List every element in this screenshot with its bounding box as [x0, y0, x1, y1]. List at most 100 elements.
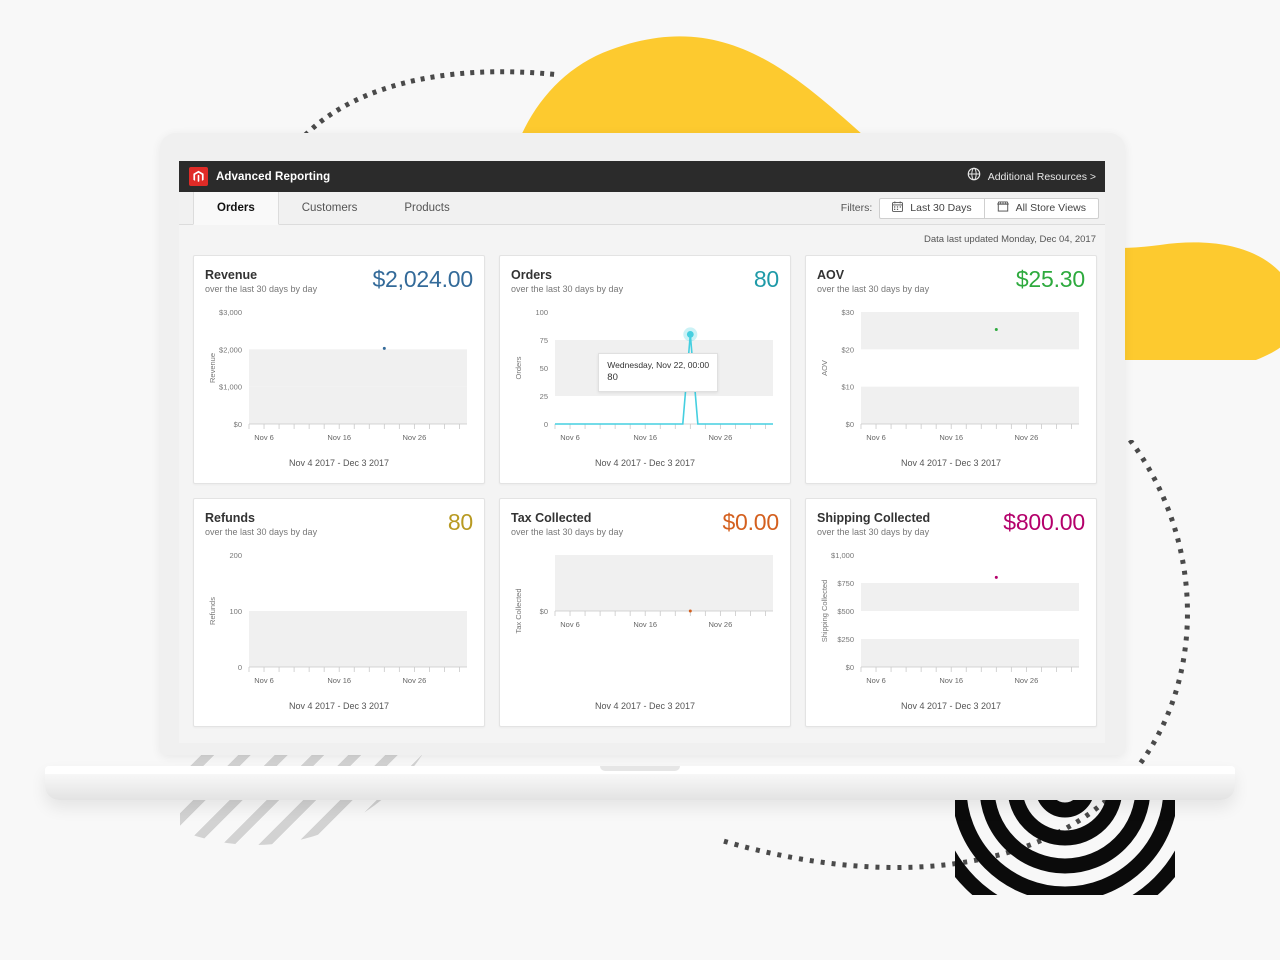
card-title: Revenue: [205, 268, 258, 282]
svg-text:100: 100: [535, 308, 548, 317]
svg-text:$3,000: $3,000: [219, 308, 242, 317]
tab-bar: Orders Customers Products Filters: Last …: [179, 192, 1105, 225]
magento-logo-icon: [189, 167, 208, 186]
kpi-card-aov[interactable]: AOV over the last 30 days by day $25.30 $0 $…: [805, 255, 1097, 484]
lifebuoy-icon: [967, 167, 981, 186]
svg-text:$20: $20: [841, 346, 854, 355]
card-title: Shipping Collected: [817, 511, 931, 525]
filters-label: Filters:: [840, 202, 873, 214]
card-subtitle: over the last 30 days by day: [205, 284, 318, 295]
svg-text:0: 0: [238, 663, 242, 672]
card-header: Refunds over the last 30 days by day 80: [205, 511, 473, 538]
chart-range-label: Nov 4 2017 - Dec 3 2017: [900, 458, 1002, 469]
svg-text:200: 200: [229, 551, 242, 560]
card-header: Shipping Collected over the last 30 days …: [817, 509, 1085, 538]
tooltip-date: Wednesday, Nov 22, 00:00: [607, 359, 710, 370]
filters: Filters: Last 30 Days All Store Views: [841, 192, 1105, 224]
tab-products-label: Products: [404, 202, 450, 214]
filter-store-view-label: All Store Views: [1015, 202, 1086, 214]
svg-text:0: 0: [544, 420, 548, 429]
card-header-text: Refunds over the last 30 days by day: [205, 511, 317, 537]
svg-text:$0: $0: [540, 607, 548, 616]
chart-area-orders: 0 25 50 75 100 Orders Nov 6 Nov 16 Nov 26 Wednesd…: [511, 304, 779, 468]
svg-text:Nov 16: Nov 16: [327, 433, 351, 442]
svg-text:Revenue: Revenue: [208, 353, 217, 383]
card-subtitle: over the last 30 days by day: [511, 284, 624, 295]
chart-area-aov: $0 $10 $20 $30 AOV Nov 6 Nov 16 Nov 26 Nov 4 201…: [817, 304, 1085, 468]
card-header: Revenue over the last 30 days by day $2,02…: [205, 266, 473, 295]
svg-text:Nov 16: Nov 16: [327, 676, 351, 685]
svg-text:Nov 26: Nov 26: [1014, 676, 1038, 685]
card-value: $0.00: [722, 509, 779, 535]
kpi-card-tax[interactable]: Tax Collected over the last 30 days by da…: [499, 498, 791, 727]
card-header: Orders over the last 30 days by day 80: [511, 266, 779, 295]
card-subtitle: over the last 30 days by day: [511, 527, 624, 538]
svg-text:Nov 16: Nov 16: [633, 620, 657, 629]
card-value: $800.00: [1003, 509, 1085, 535]
app-screen: Advanced Reporting Additional Resources …: [179, 161, 1105, 743]
kpi-card-grid: Revenue over the last 30 days by day $2,02…: [179, 245, 1105, 741]
card-title: Tax Collected: [511, 511, 592, 525]
filter-date-range-label: Last 30 Days: [910, 202, 972, 214]
svg-text:Nov 6: Nov 6: [560, 620, 580, 629]
svg-text:Nov 16: Nov 16: [939, 433, 963, 442]
svg-text:25: 25: [540, 392, 548, 401]
svg-text:$0: $0: [846, 663, 854, 672]
tab-orders[interactable]: Orders: [193, 192, 279, 225]
filter-group: Last 30 Days All Store Views: [879, 197, 1099, 219]
store-icon: [996, 201, 1009, 215]
card-title: AOV: [817, 268, 845, 282]
additional-resources-label: Additional Resources >: [987, 170, 1096, 183]
card-header-text: Shipping Collected over the last 30 days …: [817, 511, 930, 537]
svg-text:Nov 6: Nov 6: [254, 676, 274, 685]
svg-text:50: 50: [540, 364, 548, 373]
svg-text:Nov 26: Nov 26: [708, 620, 732, 629]
chart-area-revenue: $0 $1,000 $2,000 $3,000 Revenue Nov 6 Nov 16 No…: [205, 304, 473, 468]
svg-text:Nov 26: Nov 26: [1014, 433, 1038, 442]
filter-store-view[interactable]: All Store Views: [983, 198, 1098, 218]
app-title: Advanced Reporting: [216, 170, 331, 183]
tooltip-value: 80: [607, 372, 618, 384]
card-header-text: Orders over the last 30 days by day: [511, 268, 623, 294]
kpi-card-shipping[interactable]: Shipping Collected over the last 30 days …: [805, 498, 1097, 727]
kpi-card-orders[interactable]: Orders over the last 30 days by day 80 0 25 5…: [499, 255, 791, 484]
card-header-text: Tax Collected over the last 30 days by da…: [511, 511, 623, 537]
card-value: $2,024.00: [372, 266, 473, 292]
svg-text:$500: $500: [837, 607, 854, 616]
chart-range-label: Nov 4 2017 - Dec 3 2017: [900, 701, 1002, 712]
chart-range-label: Nov 4 2017 - Dec 3 2017: [594, 458, 696, 469]
additional-resources-link[interactable]: Additional Resources >: [967, 167, 1096, 186]
svg-text:Nov 6: Nov 6: [866, 433, 886, 442]
tab-products[interactable]: Products: [381, 192, 473, 224]
kpi-card-refunds[interactable]: Refunds over the last 30 days by day 80 0 10…: [193, 498, 485, 727]
filter-date-range[interactable]: Last 30 Days: [880, 199, 983, 218]
chart-range-label: Nov 4 2017 - Dec 3 2017: [288, 701, 390, 712]
svg-text:Tax Collected: Tax Collected: [514, 589, 523, 634]
svg-text:Shipping Collected: Shipping Collected: [820, 580, 829, 643]
card-subtitle: over the last 30 days by day: [205, 527, 318, 538]
card-value: 80: [753, 266, 779, 292]
tab-customers[interactable]: Customers: [279, 192, 382, 224]
chart-area-shipping: $0 $250 $500 $750 $1,000 Shipping Collected No…: [817, 547, 1085, 711]
card-subtitle: over the last 30 days by day: [817, 527, 930, 538]
tabs: Orders Customers Products: [193, 192, 474, 225]
card-header-text: Revenue over the last 30 days by day: [205, 268, 317, 294]
last-updated-text: Data last updated Monday, Dec 04, 2017: [179, 225, 1105, 245]
chart-range-label: Nov 4 2017 - Dec 3 2017: [288, 458, 390, 469]
chart-area-refunds: 0 100 200 Refunds Nov 6 Nov 16 Nov 26 Nov 4 201…: [205, 547, 473, 711]
svg-text:$1,000: $1,000: [219, 383, 242, 392]
card-subtitle: over the last 30 days by day: [817, 284, 930, 295]
illustration-canvas: Advanced Reporting Additional Resources …: [0, 0, 1280, 960]
kpi-card-revenue[interactable]: Revenue over the last 30 days by day $2,02…: [193, 255, 485, 484]
svg-text:$30: $30: [841, 308, 854, 317]
svg-text:AOV: AOV: [820, 360, 829, 376]
svg-text:Nov 26: Nov 26: [708, 433, 732, 442]
card-title: Orders: [511, 268, 552, 282]
svg-text:$10: $10: [841, 383, 854, 392]
card-value: $25.30: [1015, 266, 1085, 292]
svg-text:$250: $250: [837, 635, 854, 644]
tab-customers-label: Customers: [301, 202, 358, 214]
svg-text:$0: $0: [234, 420, 242, 429]
card-header: AOV over the last 30 days by day $25.30: [817, 266, 1085, 295]
svg-text:Nov 16: Nov 16: [633, 433, 657, 442]
